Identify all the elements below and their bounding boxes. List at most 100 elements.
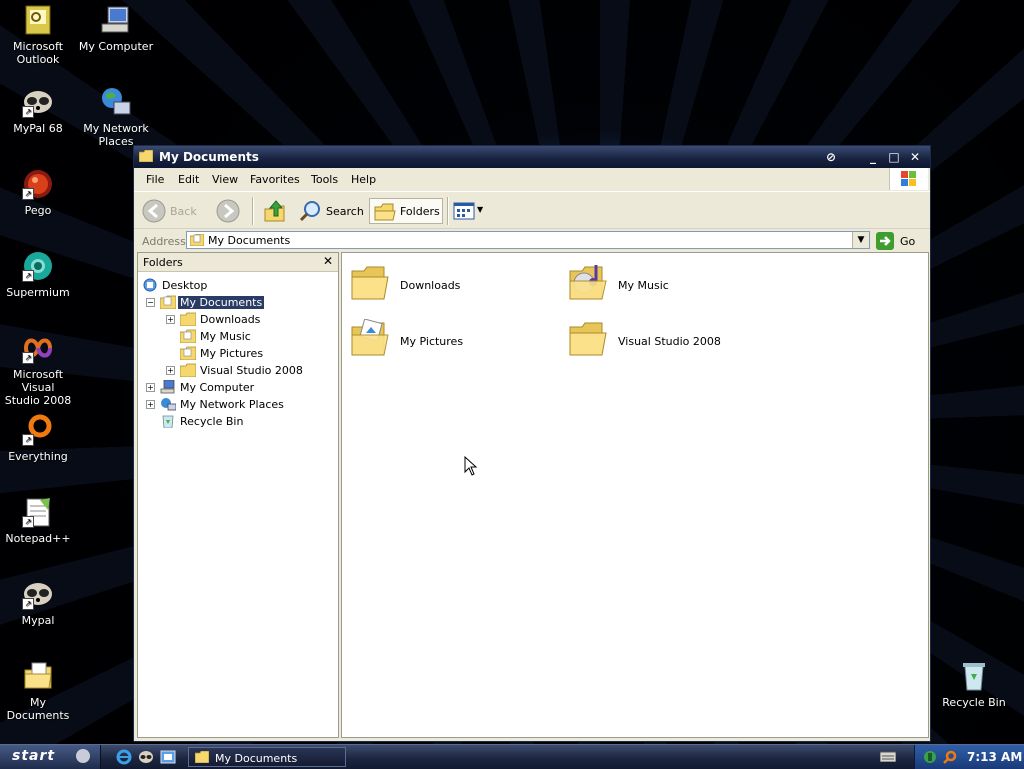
- search-label: Search: [326, 205, 364, 218]
- desktop-icon-network-places[interactable]: My Network Places: [76, 86, 156, 148]
- folder-item-label: My Pictures: [400, 335, 464, 348]
- expand-icon[interactable]: +: [166, 315, 175, 324]
- desktop-icon-my-documents[interactable]: My Documents: [0, 660, 78, 722]
- tree-item-label: My Network Places: [180, 398, 284, 411]
- folders-label: Folders: [400, 205, 440, 218]
- toolbar: Back Search Folders ▼: [134, 191, 930, 228]
- desktop-icon-outlook[interactable]: Microsoft Outlook: [0, 4, 78, 66]
- tree-item-label: Recycle Bin: [180, 415, 244, 428]
- address-input[interactable]: My Documents ▼: [186, 231, 870, 249]
- mypal-icon[interactable]: [138, 749, 154, 765]
- expand-icon[interactable]: +: [146, 383, 155, 392]
- tree-item-label: My Music: [200, 330, 251, 343]
- folder-icon: [180, 363, 196, 377]
- back-button[interactable]: Back: [142, 198, 202, 224]
- menu-favorites[interactable]: Favorites: [250, 173, 300, 186]
- close-icon[interactable]: ✕: [323, 254, 333, 268]
- shortcut-arrow-icon: ↗: [22, 270, 34, 282]
- up-folder-icon: [264, 200, 285, 222]
- network-icon[interactable]: [923, 750, 937, 764]
- visual-studio-icon: ↗: [22, 332, 54, 364]
- keyboard-icon[interactable]: [880, 750, 896, 762]
- up-folder-button[interactable]: [262, 198, 290, 224]
- desktop-icon-mypal[interactable]: ↗ Mypal: [0, 578, 78, 627]
- start-button[interactable]: start: [0, 745, 101, 769]
- desktop-icon-label: My Documents: [6, 696, 70, 722]
- desktop-icon-mypal-68[interactable]: ↗ MyPal 68: [0, 86, 78, 135]
- desktop-icon-notepad-plus-plus[interactable]: ↗ Notepad++: [0, 496, 78, 545]
- desktop-icon-supermium[interactable]: ↗ Supermium: [0, 250, 78, 299]
- menu-view[interactable]: View: [212, 173, 238, 186]
- close-button[interactable]: ✕: [906, 149, 924, 165]
- menu-file[interactable]: File: [146, 173, 164, 186]
- search-icon[interactable]: [943, 750, 957, 764]
- pego-icon: ↗: [22, 168, 54, 200]
- everything-icon: ↗: [22, 414, 54, 446]
- folder-icon: [195, 751, 209, 763]
- expand-icon[interactable]: +: [146, 400, 155, 409]
- title-bar[interactable]: My Documents ⊘ _ □ ✕: [134, 146, 930, 168]
- my-documents-icon: [160, 295, 176, 309]
- menu-edit[interactable]: Edit: [178, 173, 199, 186]
- expand-icon[interactable]: +: [166, 366, 175, 375]
- music-folder-icon: [180, 329, 196, 343]
- folder-icon: [351, 266, 389, 300]
- desktop-icon-label: Everything: [8, 450, 68, 463]
- toolbar-separator: [447, 197, 449, 225]
- show-desktop-icon[interactable]: [160, 749, 176, 765]
- network-places-icon: [161, 398, 176, 411]
- tree-item-label: Desktop: [162, 279, 208, 292]
- help-icon[interactable]: ⊘: [822, 149, 840, 165]
- menu-help[interactable]: Help: [351, 173, 376, 186]
- content-pane: Downloads My Music My Pictures Visual St…: [341, 252, 929, 738]
- taskbar-button-my-documents[interactable]: My Documents: [188, 747, 346, 767]
- back-label: Back: [170, 205, 197, 218]
- tree-item-label: My Pictures: [200, 347, 264, 360]
- views-button[interactable]: ▼: [452, 198, 486, 224]
- shortcut-arrow-icon: ↗: [22, 434, 34, 446]
- desktop-icon-everything[interactable]: ↗ Everything: [0, 414, 78, 463]
- shortcut-arrow-icon: ↗: [22, 188, 34, 200]
- folder-item-downloads[interactable]: Downloads: [350, 263, 550, 311]
- pictures-folder-icon: [180, 346, 196, 360]
- my-documents-icon: [22, 660, 54, 692]
- start-orb-icon: [76, 749, 90, 763]
- address-label: Address: [142, 235, 186, 248]
- forward-arrow-icon: [216, 199, 240, 223]
- menu-tools[interactable]: Tools: [311, 173, 338, 186]
- views-icon: [453, 202, 475, 220]
- my-documents-icon: [190, 234, 204, 246]
- folder-item-my-music[interactable]: My Music: [568, 263, 768, 311]
- chevron-down-icon: ▼: [857, 235, 865, 245]
- tree-item-label: My Documents: [178, 296, 265, 309]
- desktop-icon-label: Notepad++: [5, 532, 71, 545]
- desktop-icon-recycle-bin[interactable]: Recycle Bin: [934, 660, 1014, 709]
- desktop-icon-label: Recycle Bin: [942, 696, 1006, 709]
- desktop-icon-pego[interactable]: ↗ Pego: [0, 168, 78, 217]
- folders-button[interactable]: Folders: [369, 198, 443, 224]
- desktop-icon-my-computer[interactable]: My Computer: [76, 4, 156, 53]
- minimize-button[interactable]: _: [864, 149, 882, 165]
- shortcut-arrow-icon: ↗: [22, 352, 34, 364]
- clock[interactable]: 7:13 AM: [967, 750, 1022, 764]
- folders-pane-title: Folders: [143, 256, 183, 269]
- shortcut-arrow-icon: ↗: [22, 106, 34, 118]
- window-title: My Documents: [159, 150, 259, 164]
- collapse-icon[interactable]: −: [146, 298, 155, 307]
- recycle-bin-icon: [162, 415, 174, 428]
- folder-icon: [569, 322, 607, 356]
- outlook-icon: [22, 4, 54, 36]
- forward-button[interactable]: [216, 198, 242, 224]
- address-dropdown-button[interactable]: ▼: [852, 232, 869, 248]
- maximize-button[interactable]: □: [885, 149, 903, 165]
- search-icon: [299, 201, 320, 222]
- pictures-folder-icon: [351, 319, 389, 356]
- desktop-icon-visual-studio[interactable]: ↗ Microsoft Visual Studio 2008: [0, 332, 78, 407]
- search-button[interactable]: Search: [298, 198, 364, 224]
- my-computer-icon: [100, 4, 132, 36]
- tree-item-label: Downloads: [200, 313, 261, 326]
- go-button[interactable]: Go: [876, 232, 926, 250]
- folder-item-my-pictures[interactable]: My Pictures: [350, 319, 550, 367]
- internet-explorer-icon[interactable]: [116, 749, 132, 765]
- folder-item-visual-studio-2008[interactable]: Visual Studio 2008: [568, 319, 768, 367]
